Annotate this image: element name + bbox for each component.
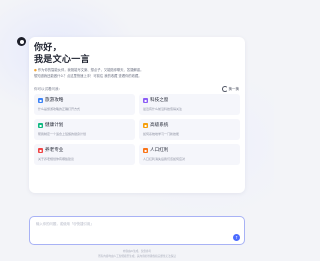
rocket-icon: ▪ [38, 147, 43, 153]
suggestion-card[interactable]: ▪ 旅游攻略 什么是旅游攻略的正确打开方式 [34, 94, 135, 115]
suggestion-card[interactable]: ▪ 人口红利 人口红利消失后我们该如何应对 [139, 144, 240, 165]
intro-text: ●作为你的智能伙伴，我既能写文案、想点子，又能陪你聊天、答疑解惑。 想知道我还能… [34, 67, 240, 79]
footer-line1: 内容由AI生成，仅供参考 [122, 250, 152, 253]
suggestion-desc: 帮我制定一个适合上班族的健身计划 [38, 132, 87, 136]
suggestion-card[interactable]: ▪ 养老专业 关于养老规划你有哪些建议 [34, 144, 135, 165]
suggestion-title: 人口红利 [150, 148, 169, 153]
gear-icon: ▪ [143, 122, 148, 128]
map-icon: ▪ [38, 97, 43, 103]
suggestion-title: 科技之窗 [150, 98, 169, 103]
send-button[interactable]: ↑ [233, 234, 240, 241]
input-placeholder: 输入你的问题，或使用「@快捷引用」 [36, 222, 94, 226]
section-title: 你可以试着问我： [34, 87, 62, 91]
suggestion-grid: ▪ 旅游攻略 什么是旅游攻略的正确打开方式 ▪ 科技之窗 最近有什么前沿科技值得关注… [34, 94, 240, 165]
footer-line2: 所有内容均由人工智能模型生成，其内容的准确性和完整性无法保证 [98, 255, 176, 258]
greeting-line1: 你好， [34, 43, 62, 53]
suggestion-title: 旅游攻略 [45, 98, 64, 103]
suggestion-card[interactable]: ▪ 科技之窗 最近有什么前沿科技值得关注 [139, 94, 240, 115]
send-icon: ↑ [234, 235, 239, 240]
refresh-icon [221, 86, 228, 92]
suggestion-desc: 关于养老规划你有哪些建议 [38, 157, 75, 161]
refresh-button[interactable]: 换一换 [221, 86, 240, 92]
suggestion-desc: 如何系统地学习一门新技能 [143, 132, 180, 136]
chat-input[interactable]: 输入你的问题，或使用「@快捷引用」 ↑ [29, 216, 245, 245]
suggestion-desc: 什么是旅游攻略的正确打开方式 [38, 107, 81, 111]
suggestion-title: 健康计划 [45, 123, 64, 128]
suggestion-desc: 最近有什么前沿科技值得关注 [143, 107, 183, 111]
greeting-line2: 我是文心一言 [34, 55, 90, 65]
chip-icon: ▪ [143, 97, 148, 103]
lightbulb-icon: ● [34, 68, 37, 72]
intro-line2: 想知道我还能做什么？点这里快速上手！可前往 我的收藏 查看你的收藏。 [34, 74, 142, 78]
people-icon: ▪ [143, 147, 148, 153]
refresh-label: 换一换 [228, 86, 240, 91]
welcome-card: 你好， 我是文心一言 ●作为你的智能伙伴，我既能写文案、想点子，又能陪你聊天、答… [29, 37, 245, 193]
suggestion-desc: 人口红利消失后我们该如何应对 [143, 157, 186, 161]
intro-line1: 作为你的智能伙伴，我既能写文案、想点子，又能陪你聊天、答疑解惑。 [37, 68, 144, 72]
greeting: 你好， 我是文心一言 [34, 42, 90, 66]
suggestion-card[interactable]: ▪ 健康计划 帮我制定一个适合上班族的健身计划 [34, 119, 135, 140]
suggestion-title: 养老专业 [45, 148, 64, 153]
heart-icon: ▪ [38, 122, 43, 128]
logo-icon [17, 37, 26, 46]
suggestion-title: 高级系统 [150, 123, 169, 128]
suggestion-card[interactable]: ▪ 高级系统 如何系统地学习一门新技能 [139, 119, 240, 140]
